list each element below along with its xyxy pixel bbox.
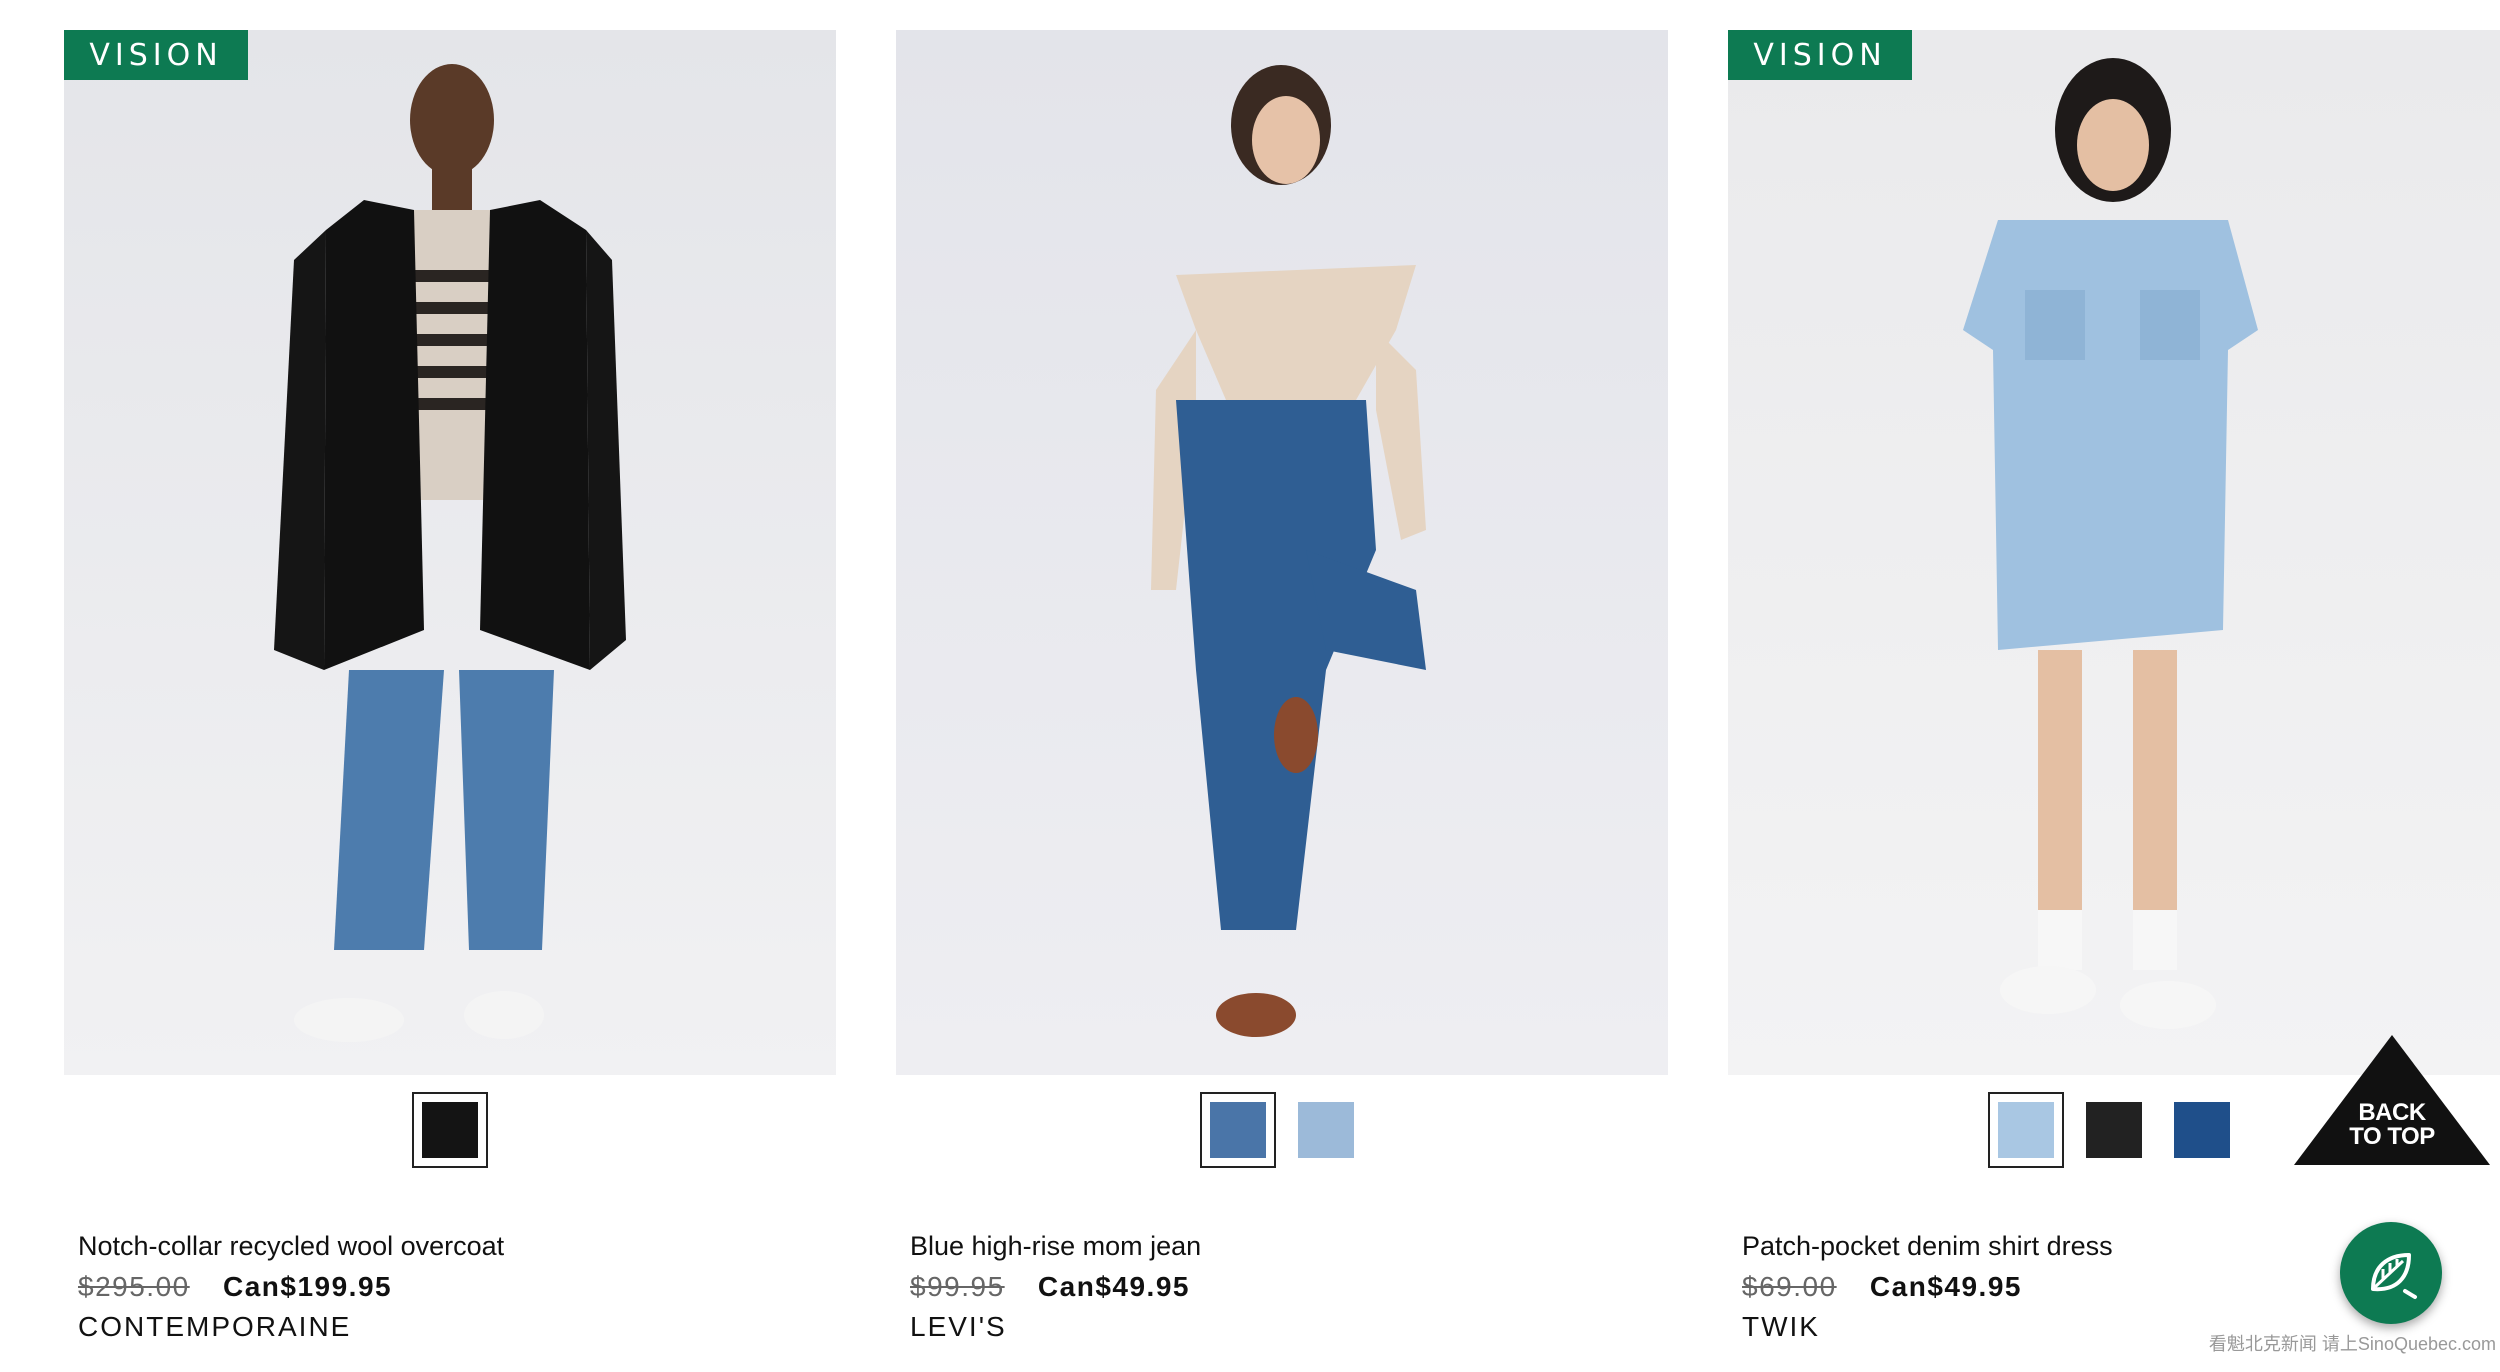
product-info: Blue high-rise mom jean $99.95 Can$49.95…: [910, 1228, 1650, 1346]
price-row: $99.95 Can$49.95: [910, 1268, 1650, 1306]
watermark: 看魁北克新闻 请上SinoQuebec.com: [2208, 1334, 2496, 1354]
color-swatch-dark-blue[interactable]: [2164, 1092, 2240, 1168]
sale-price: Can$49.95: [1037, 1271, 1190, 1302]
color-swatch-light-blue[interactable]: [1288, 1092, 1364, 1168]
original-price: $69.00: [1742, 1271, 1837, 1302]
product-image[interactable]: VISION: [1728, 30, 2500, 1075]
product-info: Notch-collar recycled wool overcoat $295…: [78, 1228, 818, 1346]
leaf-chat-icon: [2371, 1253, 2417, 1299]
brand-name[interactable]: LEVI'S: [910, 1308, 1650, 1346]
color-swatch-light-blue[interactable]: [1988, 1092, 2064, 1168]
product-card[interactable]: Blue high-rise mom jean $99.95 Can$49.95…: [896, 30, 1668, 1360]
color-swatch-medium-blue[interactable]: [1200, 1092, 1276, 1168]
product-name[interactable]: Blue high-rise mom jean: [910, 1228, 1650, 1264]
product-card[interactable]: VISION Notch-collar recycled wool overco…: [64, 30, 836, 1360]
color-swatches: [896, 1092, 1668, 1168]
sale-price: Can$199.95: [223, 1271, 393, 1302]
product-image[interactable]: VISION: [64, 30, 836, 1075]
color-swatches: [64, 1092, 836, 1168]
original-price: $295.00: [78, 1271, 190, 1302]
product-image[interactable]: [896, 30, 1668, 1075]
original-price: $99.95: [910, 1271, 1005, 1302]
sale-price: Can$49.95: [1869, 1271, 2022, 1302]
price-row: $295.00 Can$199.95: [78, 1268, 818, 1306]
back-to-top-label: BACK TO TOP: [2349, 1099, 2435, 1150]
product-name[interactable]: Notch-collar recycled wool overcoat: [78, 1228, 818, 1264]
vision-badge: VISION: [64, 30, 248, 80]
brand-name[interactable]: CONTEMPORAINE: [78, 1308, 818, 1346]
back-to-top-button[interactable]: BACK TO TOP: [2294, 1035, 2490, 1165]
color-swatch-black[interactable]: [412, 1092, 488, 1168]
chat-button[interactable]: [2340, 1222, 2442, 1324]
color-swatch-black[interactable]: [2076, 1092, 2152, 1168]
vision-badge: VISION: [1728, 30, 1912, 80]
